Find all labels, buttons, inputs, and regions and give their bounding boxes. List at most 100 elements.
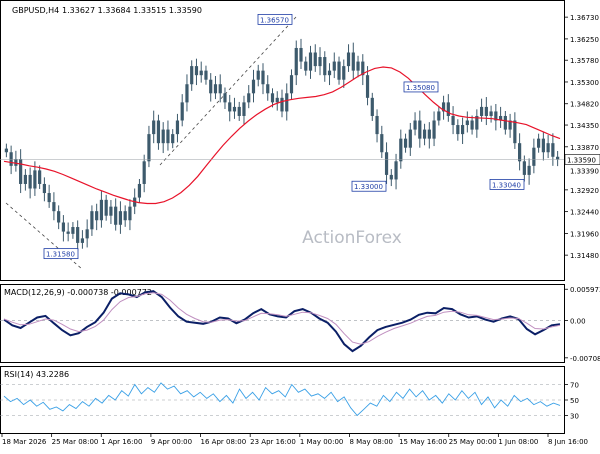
price-annotation-label: 1.35080 (406, 84, 435, 92)
candle-body (489, 111, 493, 116)
price-tick-label: 1.36250 (570, 36, 599, 44)
candle-body (299, 47, 303, 62)
candle-body (95, 211, 99, 221)
price-annotation-label: 1.33040 (492, 181, 521, 189)
candle-body (213, 84, 218, 94)
candle-body (503, 115, 507, 130)
price-annotation-label: 1.36570 (260, 16, 289, 24)
chart-root: ActionForex GBPUSD,H4 1.33627 1.33684 1.… (0, 0, 600, 450)
price-panel-frame (0, 0, 565, 281)
candle-body (161, 129, 165, 144)
x-tick-label: 25 Mar 08:00 (52, 438, 99, 446)
candle-body (546, 143, 550, 153)
candle-body (332, 61, 336, 71)
rsi-title: RSI(14) 43.2286 (4, 370, 69, 379)
candle-body (522, 161, 526, 175)
candle-body (19, 159, 23, 184)
macd-group: 0.005973 0.00 -0.007086 (0, 286, 600, 363)
candle-body (285, 93, 289, 112)
candle-body (465, 120, 469, 126)
candle-body (152, 120, 156, 135)
candle-body (247, 93, 251, 103)
candle-body (365, 75, 370, 98)
candle-body (251, 79, 256, 94)
candle-body (256, 70, 260, 80)
candle-body (432, 120, 436, 139)
candle-body (380, 134, 384, 153)
x-tick-label: 18 Mar 2026 (2, 438, 47, 446)
candle-body (323, 57, 327, 76)
candle-body (394, 161, 398, 180)
candle-body (270, 93, 275, 103)
candle-body (204, 70, 208, 80)
x-tick-label: 8 Jun 16:00 (548, 438, 588, 446)
trend-line-2 (159, 16, 297, 166)
candle-body (114, 206, 118, 225)
candle-body (418, 120, 422, 139)
macd-tick-label: -0.007086 (570, 355, 600, 363)
candle-body (304, 61, 308, 71)
candle-body (527, 165, 531, 175)
candle-body (194, 66, 199, 76)
candle-body (399, 138, 403, 162)
candle-body (456, 125, 460, 135)
candle-body (513, 120, 517, 144)
x-tick-label: 23 Apr 16:00 (250, 438, 296, 446)
price-tick-label: 1.34820 (570, 101, 599, 109)
candle-body (237, 106, 241, 116)
candle-body (128, 206, 132, 221)
trend-line-1 (5, 202, 83, 270)
candle-body (42, 183, 46, 194)
candle-body (156, 120, 161, 144)
candle-body (479, 106, 484, 116)
candle-body (437, 111, 441, 121)
candle-body (403, 138, 408, 148)
candle-body (427, 129, 431, 139)
candle-body (104, 199, 108, 216)
candle-body (118, 211, 123, 225)
candle-body (80, 238, 85, 243)
candle-body (232, 106, 237, 112)
candle-body (446, 102, 450, 116)
candle-body (422, 129, 427, 139)
candle-body (137, 183, 142, 198)
x-tick-label: 1 May 00:00 (300, 438, 344, 446)
candle-body (190, 66, 194, 85)
candle-body (166, 129, 170, 144)
candle-body (556, 156, 560, 160)
current-price-label: 1.33590 (567, 156, 596, 164)
candle-body (142, 161, 146, 184)
candle-body (384, 152, 389, 175)
candle-body (228, 102, 232, 112)
candle-body (289, 75, 294, 94)
chart-ohlc: 1.33627 1.33684 1.33515 1.33590 (62, 6, 202, 15)
candle-body (451, 115, 455, 126)
candle-body (356, 61, 360, 71)
x-axis-group: 18 Mar 2026 25 Mar 08:00 1 Apr 16:00 9 Apr … (1, 433, 588, 446)
rsi-group: 70 50 30 (0, 382, 579, 421)
x-tick-label: 15 May 16:00 (399, 438, 447, 446)
rsi-tick-label: 70 (570, 382, 579, 390)
candle-body (23, 174, 27, 184)
candle-body (460, 125, 465, 135)
candle-body (90, 211, 94, 230)
candle-body (532, 147, 536, 166)
candle-body (551, 143, 555, 157)
price-annotation-label: 1.33000 (354, 183, 383, 191)
x-tick-label: 8 May 08:00 (349, 438, 393, 446)
candle-body (71, 227, 75, 234)
candle-body (308, 52, 313, 71)
price-tick-label: 1.32920 (570, 187, 599, 195)
candle-body (342, 66, 346, 80)
candle-body (38, 170, 42, 184)
chart-svg: ActionForex GBPUSD,H4 1.33627 1.33684 1.… (0, 0, 600, 446)
price-annotation-label: 1.31580 (46, 251, 75, 259)
macd-tick-label: 0.005973 (570, 286, 600, 294)
candle-body (209, 79, 213, 94)
candle-body (109, 206, 113, 216)
candle-body (275, 97, 279, 103)
candle-body (99, 199, 104, 221)
price-tick-label: 1.32440 (570, 209, 599, 217)
candle-body (337, 61, 341, 80)
candle-body (175, 120, 180, 135)
